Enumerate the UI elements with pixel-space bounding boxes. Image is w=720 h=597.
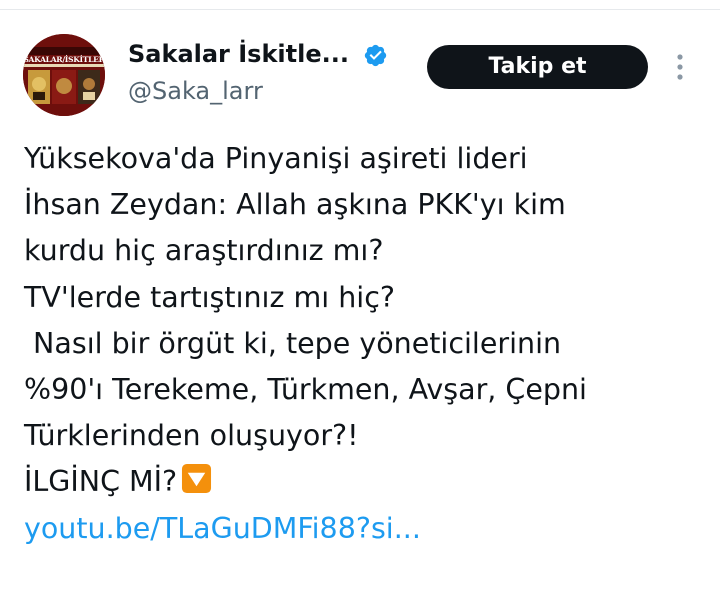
tweet-line: Nasıl bir örgüt ki, tepe yöneticilerinin	[24, 326, 562, 360]
tweet-line: %90'ı Terekeme, Türkmen, Avşar, Çepni	[24, 373, 587, 407]
tweet-line: Türklerinden oluşuyor?!	[24, 419, 359, 453]
author-handle[interactable]: @Saka_larr	[128, 76, 263, 106]
top-divider	[0, 9, 720, 10]
avatar-text: SAKALAR/İSKİTLER	[23, 55, 105, 64]
tweet-line-with-emoji: İLGİNÇ Mİ?	[24, 459, 714, 505]
tweet-text: Yüksekova'da Pinyanişi aşireti lideri İh…	[24, 136, 714, 552]
tweet-line: İhsan Zeydan: Allah aşkına PKK'yı kim	[24, 188, 566, 222]
down-button-emoji-icon	[182, 464, 212, 494]
verified-badge-icon	[364, 44, 387, 67]
follow-button[interactable]: Takip et	[427, 45, 648, 89]
author-name[interactable]: Sakalar İskitle...	[128, 39, 349, 69]
tweet-line: TV'lerde tartıştınız mı hiç?	[24, 280, 396, 314]
tweet-link[interactable]: youtu.be/TLaGuDMFi88?si...	[24, 506, 714, 552]
avatar-brand-text: SAKALAR/İSKİTLER	[23, 55, 105, 64]
tweet-line: kurdu hiç araştırdınız mı?	[24, 234, 384, 268]
tweet-line: İLGİNÇ Mİ?	[24, 465, 178, 499]
more-vertical-icon[interactable]	[668, 50, 692, 84]
tweet-line: Yüksekova'da Pinyanişi aşireti lideri	[24, 142, 528, 175]
avatar[interactable]: SAKALAR/İSKİTLER	[23, 34, 105, 116]
